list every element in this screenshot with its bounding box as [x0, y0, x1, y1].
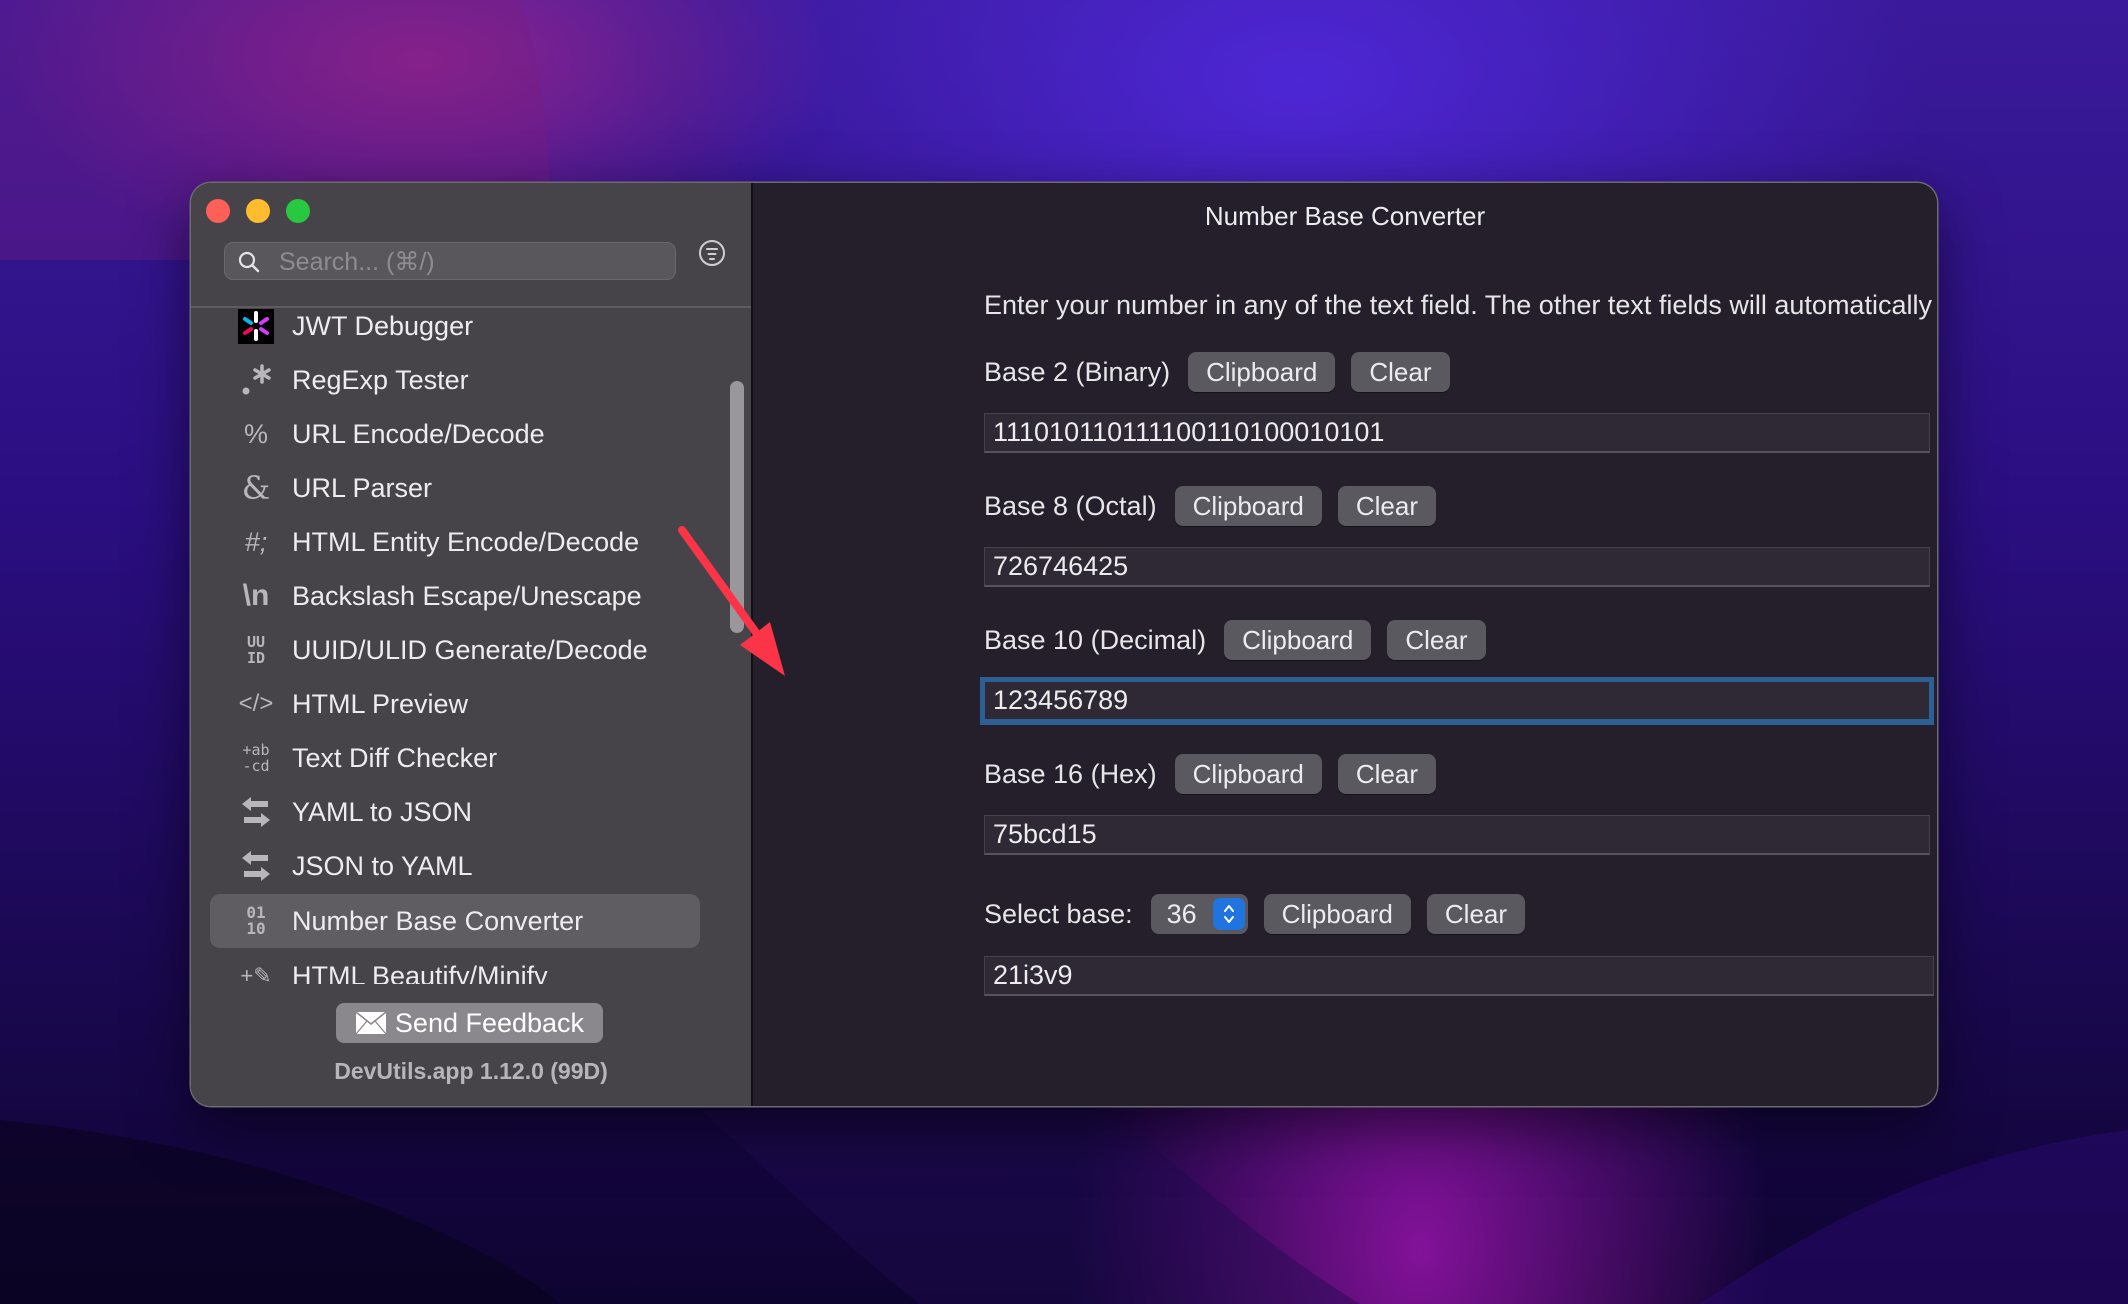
custom-base-header: Select base: 36 Clipboard Clear — [984, 894, 1526, 934]
base10-label: Base 10 (Decimal) — [984, 624, 1207, 655]
sidebar-item-number-base-converter[interactable]: 01 10 Number Base Converter — [210, 894, 700, 948]
base8-clear-button[interactable]: Clear — [1337, 486, 1436, 526]
code-tag-icon: </> — [238, 690, 274, 717]
base8-input[interactable] — [984, 547, 1930, 587]
send-feedback-label: Send Feedback — [394, 1007, 585, 1038]
send-feedback-button[interactable]: Send Feedback — [336, 1003, 603, 1043]
sidebar-item-label: HTML Entity Encode/Decode — [292, 527, 640, 557]
base2-clipboard-button[interactable]: Clipboard — [1188, 352, 1336, 392]
percent-icon: % — [243, 418, 268, 449]
custom-clear-button[interactable]: Clear — [1426, 894, 1526, 934]
base10-clipboard-button[interactable]: Clipboard — [1224, 620, 1372, 660]
backslash-n-icon: \n — [242, 579, 270, 612]
base16-label: Base 16 (Hex) — [984, 758, 1157, 789]
sidebar-item-url-encode-decode[interactable]: % URL Encode/Decode — [210, 407, 700, 461]
sidebar-item-jwt-debugger[interactable]: JWT Debugger — [210, 309, 700, 353]
search-input[interactable] — [277, 243, 671, 281]
diff-icon-bottom: -cd — [242, 757, 270, 775]
search-icon — [238, 251, 260, 273]
base10-header: Base 10 (Decimal) Clipboard Clear — [984, 620, 1486, 660]
app-window: JWT Debugger RegExp Tester % — [191, 183, 1937, 1106]
minimize-button[interactable] — [246, 199, 270, 223]
sidebar-item-label: Number Base Converter — [292, 906, 584, 936]
sidebar-item-backslash-escape[interactable]: \n Backslash Escape/Unescape — [210, 569, 700, 623]
search-field[interactable] — [224, 242, 676, 281]
custom-clipboard-button[interactable]: Clipboard — [1263, 894, 1411, 934]
base2-header: Base 2 (Binary) Clipboard Clear — [984, 352, 1450, 392]
sidebar-item-label: UUID/ULID Generate/Decode — [292, 635, 648, 665]
sidebar-item-html-preview[interactable]: </> HTML Preview — [210, 677, 700, 731]
sidebar-item-label: RegExp Tester — [292, 365, 469, 395]
beautify-icon: +✎ — [240, 963, 272, 985]
sidebar-item-regexp-tester[interactable]: RegExp Tester — [210, 353, 700, 407]
sidebar-divider — [191, 306, 751, 308]
hash-semicolon-icon: #; — [244, 526, 268, 557]
sidebar-item-json-to-yaml[interactable]: JSON to YAML — [210, 839, 700, 893]
diff-icon-top: +ab — [242, 741, 270, 759]
base2-clear-button[interactable]: Clear — [1351, 352, 1450, 392]
sidebar-item-label: Text Diff Checker — [292, 743, 498, 773]
regexp-icon — [236, 362, 276, 398]
sidebar-item-label: URL Parser — [292, 473, 433, 503]
sidebar-item-uuid-ulid[interactable]: UU ID UUID/ULID Generate/Decode — [210, 623, 700, 677]
select-base-label: Select base: — [984, 898, 1133, 929]
sidebar-item-label: JSON to YAML — [292, 851, 473, 881]
uuid-icon-bottom: ID — [246, 649, 266, 667]
envelope-icon — [355, 1011, 387, 1035]
sidebar-item-text-diff[interactable]: +ab -cd Text Diff Checker — [210, 731, 700, 785]
base16-clipboard-button[interactable]: Clipboard — [1174, 754, 1322, 794]
main-panel: Number Base Converter Enter your number … — [753, 183, 1937, 1106]
instructions: Enter your number in any of the text fie… — [984, 290, 1937, 320]
base8-clipboard-button[interactable]: Clipboard — [1174, 486, 1322, 526]
binary-icon: 01 10 — [236, 903, 276, 939]
sidebar-scrollbar[interactable] — [730, 381, 744, 633]
sidebar-item-label: HTML Preview — [292, 689, 469, 719]
base-select-value: 36 — [1166, 898, 1197, 929]
filter-icon[interactable] — [699, 240, 725, 266]
app-version: DevUtils.app 1.12.0 (99D) — [334, 1058, 608, 1084]
base10-clear-button[interactable]: Clear — [1387, 620, 1486, 660]
jwt-icon — [236, 309, 276, 344]
sidebar-item-html-beautify[interactable]: +✎ HTML Beautify/Minify — [210, 949, 700, 984]
uuid-icon: UU ID — [236, 632, 276, 668]
tool-list: JWT Debugger RegExp Tester % URL Encode/… — [191, 309, 751, 984]
uuid-icon-top: UU — [246, 633, 266, 651]
sidebar-item-html-entity[interactable]: #; HTML Entity Encode/Decode — [210, 515, 700, 569]
base2-input[interactable] — [984, 413, 1930, 453]
custom-base-input[interactable] — [984, 956, 1934, 996]
sidebar-item-label: URL Encode/Decode — [292, 419, 545, 449]
close-button[interactable] — [206, 199, 230, 223]
base2-label: Base 2 (Binary) — [984, 356, 1171, 387]
swap-arrows-icon — [236, 848, 276, 884]
base10-input[interactable] — [984, 681, 1930, 721]
ampersand-icon: & — [241, 469, 271, 507]
sidebar-item-label: YAML to JSON — [292, 797, 473, 827]
diff-icon: +ab -cd — [236, 740, 276, 776]
page-title: Number Base Converter — [1204, 201, 1486, 231]
sidebar-item-url-parser[interactable]: & URL Parser — [210, 461, 700, 515]
base16-header: Base 16 (Hex) Clipboard Clear — [984, 754, 1437, 794]
binary-icon-bottom: 10 — [246, 919, 266, 938]
sidebar-item-yaml-to-json[interactable]: YAML to JSON — [210, 785, 700, 839]
base16-input[interactable] — [984, 815, 1930, 855]
stepper-icon[interactable] — [1212, 898, 1245, 930]
sidebar-item-label: JWT Debugger — [292, 311, 474, 341]
sidebar: JWT Debugger RegExp Tester % — [191, 183, 753, 1106]
base8-header: Base 8 (Octal) Clipboard Clear — [984, 486, 1436, 526]
base16-clear-button[interactable]: Clear — [1337, 754, 1437, 794]
zoom-button[interactable] — [286, 199, 310, 223]
sidebar-item-label: HTML Beautify/Minify — [292, 961, 548, 984]
base-select[interactable]: 36 — [1150, 894, 1248, 934]
base8-label: Base 8 (Octal) — [984, 490, 1157, 521]
swap-arrows-icon — [236, 794, 276, 830]
sidebar-item-label: Backslash Escape/Unescape — [292, 581, 642, 611]
